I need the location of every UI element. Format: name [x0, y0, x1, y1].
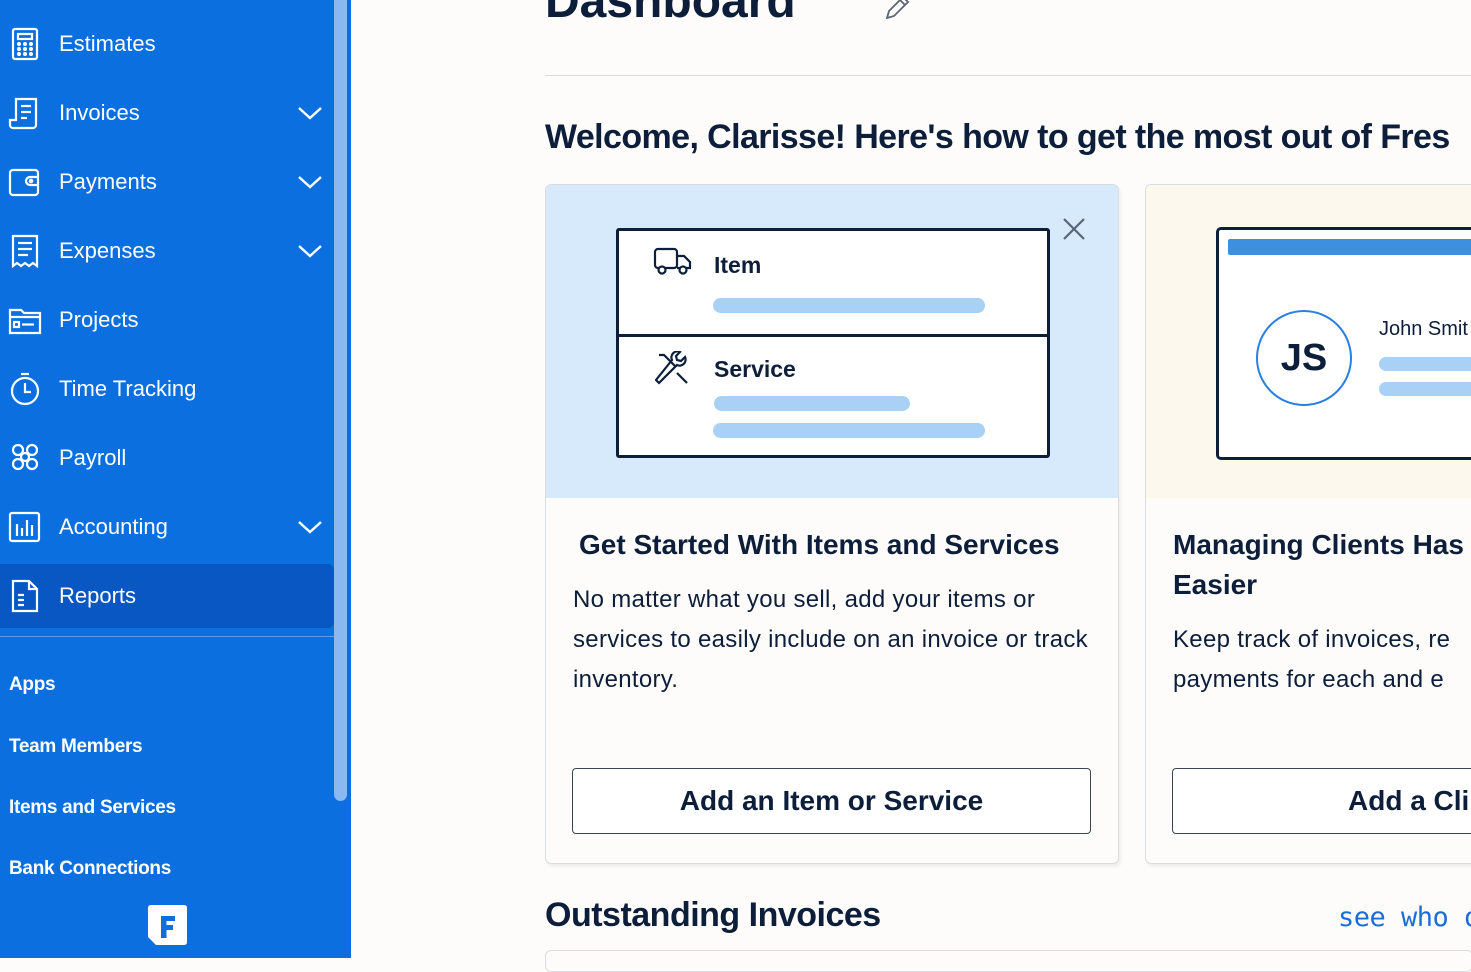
sidebar-item-payments[interactable]: Payments: [0, 150, 334, 214]
sidebar-item-reports[interactable]: Reports: [0, 564, 334, 628]
people-icon: [8, 441, 42, 475]
chevron-down-icon[interactable]: [296, 237, 324, 265]
see-who-owes-link[interactable]: see who ou: [1338, 902, 1471, 933]
close-icon[interactable]: [1060, 215, 1088, 243]
chevron-down-icon[interactable]: [296, 513, 324, 541]
sidebar-link-apps[interactable]: Apps: [9, 674, 56, 696]
client-illustration: JS John Smit: [1216, 227, 1471, 460]
card-illustration: JS John Smit: [1146, 185, 1471, 498]
chevron-down-icon[interactable]: [296, 168, 324, 196]
sidebar-link-items-and-services[interactable]: Items and Services: [9, 797, 176, 819]
sidebar-item-estimates[interactable]: Estimates: [0, 12, 334, 76]
avatar: JS: [1256, 310, 1352, 406]
sidebar-item-label: Time Tracking: [59, 376, 197, 401]
receipt-icon: [8, 234, 42, 269]
freshbooks-logo-icon[interactable]: [146, 904, 188, 946]
card-illustration: Item Service: [546, 185, 1118, 498]
folder-icon: [8, 303, 42, 337]
sidebar-footer: [0, 891, 351, 958]
card-title-line2: Easier: [1173, 569, 1258, 600]
placeholder-bar: [713, 298, 985, 313]
invoice-icon: [8, 96, 42, 130]
add-client-button[interactable]: Add a Cli: [1172, 768, 1471, 834]
sidebar-item-label: Estimates: [59, 31, 156, 56]
sidebar-item-label: Payments: [59, 169, 157, 194]
wallet-icon: [8, 165, 42, 199]
sidebar: Estimates Invoices Payments Expenses Pro…: [0, 0, 351, 958]
item-service-illustration: Item Service: [616, 228, 1050, 458]
sidebar-item-label: Invoices: [59, 100, 140, 125]
chevron-down-icon[interactable]: [296, 99, 324, 127]
placeholder-bar: [714, 396, 910, 411]
sidebar-item-time-tracking[interactable]: Time Tracking: [0, 357, 334, 421]
card-description: No matter what you sell, add your items …: [573, 586, 1088, 693]
title-divider: [545, 75, 1471, 76]
report-icon: [8, 579, 42, 613]
placeholder-bar: [713, 423, 985, 438]
sidebar-scrollbar[interactable]: [334, 0, 347, 801]
items-services-card: Item Service Get Started With Items and …: [545, 184, 1119, 864]
outstanding-invoices-card: [545, 950, 1471, 972]
sidebar-item-expenses[interactable]: Expenses: [0, 219, 334, 283]
sidebar-item-projects[interactable]: Projects: [0, 288, 334, 352]
sidebar-item-invoices[interactable]: Invoices: [0, 81, 334, 145]
sidebar-item-accounting[interactable]: Accounting: [0, 495, 334, 559]
sidebar-link-bank-connections[interactable]: Bank Connections: [9, 858, 171, 880]
illustration-item-label: Item: [714, 252, 762, 278]
sidebar-item-label: Expenses: [59, 238, 156, 263]
tools-icon: [654, 350, 691, 387]
sidebar-item-label: Reports: [59, 583, 137, 608]
illustration-divider: [619, 334, 1047, 337]
add-item-or-service-button[interactable]: Add an Item or Service: [572, 768, 1091, 834]
sidebar-link-team-members[interactable]: Team Members: [9, 736, 143, 758]
sidebar-divider: [0, 636, 337, 637]
truck-icon: [653, 246, 693, 278]
placeholder-bar: [1379, 357, 1471, 371]
sidebar-item-label: Payroll: [59, 445, 127, 470]
card-description-line2: payments for each and e: [1173, 666, 1445, 693]
card-title-line1: Managing Clients Has: [1173, 529, 1464, 560]
clients-card: JS John Smit Managing Clients Has Easier…: [1145, 184, 1471, 864]
outstanding-invoices-heading: Outstanding Invoices: [545, 896, 881, 934]
sidebar-item-payroll[interactable]: Payroll: [0, 426, 334, 490]
sidebar-item-label: Accounting: [59, 514, 168, 539]
illustration-header-bar: [1228, 239, 1471, 255]
bar-chart-icon: [8, 510, 42, 544]
card-title: Get Started With Items and Services: [579, 529, 1060, 560]
client-name: John Smit: [1379, 318, 1468, 340]
page-title: Dashboard: [545, 0, 796, 28]
illustration-service-label: Service: [714, 356, 796, 382]
placeholder-bar: [1379, 382, 1471, 396]
welcome-heading: Welcome, Clarisse! Here's how to get the…: [545, 118, 1450, 156]
card-description-line1: Keep track of invoices, re: [1173, 626, 1451, 653]
stopwatch-icon: [8, 372, 42, 406]
calculator-icon: [8, 27, 42, 61]
sidebar-item-label: Projects: [59, 307, 139, 332]
pencil-edit-icon[interactable]: [882, 0, 912, 24]
